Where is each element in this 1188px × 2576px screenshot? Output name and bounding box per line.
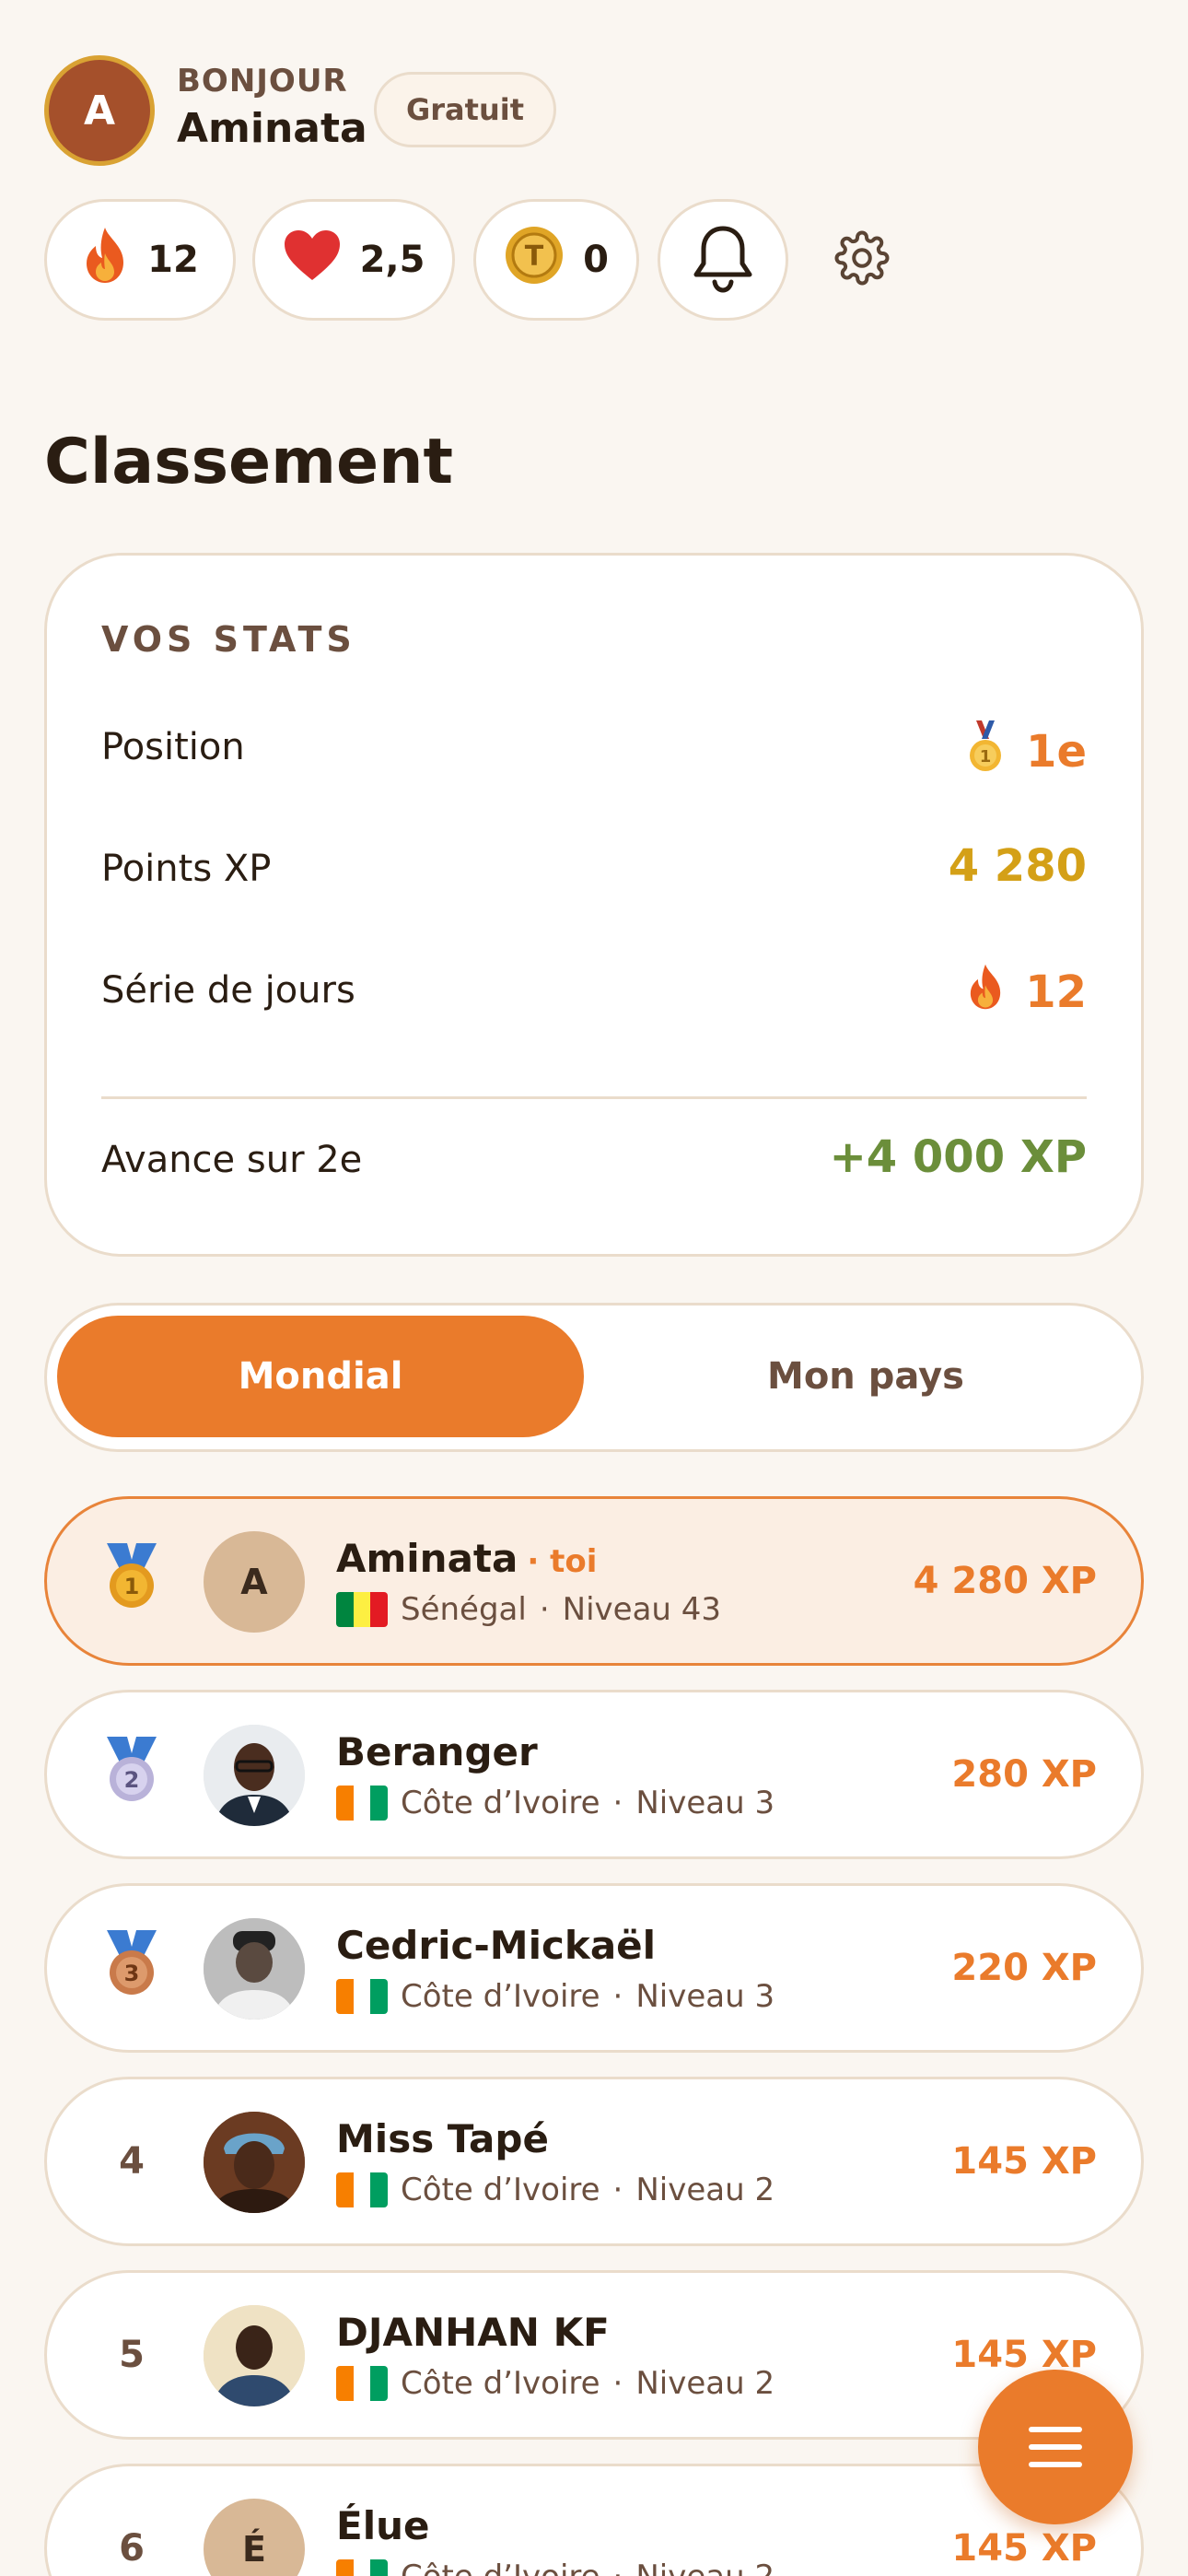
cote-divoire-flag-icon <box>336 1979 388 2014</box>
player-name: Beranger <box>336 1729 538 1774</box>
streak-count: 12 <box>147 239 199 281</box>
streak-value: 12 <box>1025 966 1087 1018</box>
player-name: Élue <box>336 2503 430 2548</box>
row-rank: 2 <box>124 1767 140 1793</box>
avatar <box>204 2112 305 2213</box>
coin-icon: T <box>504 225 565 295</box>
player-meta: Sénégal · Niveau 43 <box>336 1591 721 1628</box>
row-rank: 1 <box>124 1574 140 1599</box>
player-meta: Côte d’Ivoire · Niveau 3 <box>336 1785 775 1821</box>
player-xp: 145 XP <box>951 2140 1097 2183</box>
player-name: Aminata · toi <box>336 1536 598 1581</box>
row-rank: 4 <box>119 2140 145 2183</box>
position-label: Position <box>101 726 245 768</box>
cote-divoire-flag-icon <box>336 1786 388 1821</box>
player-xp: 145 XP <box>951 2527 1097 2570</box>
player-meta: Côte d’Ivoire·Niveau 2 <box>336 2558 775 2576</box>
player-xp: 145 XP <box>951 2334 1097 2376</box>
leaderboard-row[interactable]: 4 Miss Tapé Côte d’Ivoire · Niveau 2 145 X… <box>44 2077 1144 2246</box>
position-value: 1e <box>1026 726 1087 778</box>
leaderboard-row-me[interactable]: 1 A Aminata · toi Sénégal · Niveau 43 4 280… <box>44 1496 1144 1666</box>
user-name: Aminata <box>177 105 367 152</box>
player-meta: Côte d’Ivoire·Niveau 2 <box>336 2172 775 2208</box>
coin-symbol: T <box>525 240 544 273</box>
medal-rank: 1 <box>980 747 992 767</box>
avatar <box>204 1725 305 1826</box>
player-name: Miss Tapé <box>336 2116 549 2161</box>
cote-divoire-flag-icon <box>336 2366 388 2401</box>
leaderboard-row[interactable]: 5 DJANHAN KF Côte d’Ivoire · Niveau 2 145 … <box>44 2270 1144 2440</box>
flame-icon <box>966 962 1005 1023</box>
xp-value: 4 280 <box>948 840 1087 892</box>
me-tag: · toi <box>527 1543 598 1580</box>
stats-card-title: VOS STATS <box>101 619 356 660</box>
avatar: É <box>204 2499 305 2576</box>
leaderboard-row[interactable]: 6 É Élue Côte d’Ivoire·Niveau 2 145 XP <box>44 2464 1144 2576</box>
cote-divoire-flag-icon <box>336 2172 388 2207</box>
flame-icon <box>81 226 129 294</box>
leaderboard-row[interactable]: 2 Beranger Côte d’Ivoire · Niveau 3 280 XP <box>44 1690 1144 1859</box>
menu-icon-line <box>1029 2462 1082 2467</box>
heart-icon <box>283 228 342 291</box>
settings-button[interactable] <box>829 227 895 293</box>
player-xp: 220 XP <box>951 1947 1097 1989</box>
lives-pill[interactable]: 2,5 <box>252 199 455 321</box>
streak-pill[interactable]: 12 <box>44 199 236 321</box>
player-xp: 4 280 XP <box>913 1560 1097 1602</box>
bronze-medal-icon: 3 <box>93 1928 170 2008</box>
senegal-flag-icon <box>336 1592 388 1627</box>
player-xp: 280 XP <box>951 1753 1097 1796</box>
lives-count: 2,5 <box>359 239 425 281</box>
plan-badge[interactable]: Gratuit <box>374 72 556 147</box>
xp-label: Points XP <box>101 848 272 890</box>
user-avatar[interactable]: A <box>44 55 155 166</box>
cote-divoire-flag-icon <box>336 2559 388 2576</box>
streak-value-group: 12 <box>966 962 1087 1023</box>
notifications-button[interactable] <box>658 199 788 321</box>
tab-world[interactable]: Mondial <box>57 1316 584 1437</box>
lead-value: +4 000 XP <box>829 1131 1087 1183</box>
row-rank: 3 <box>124 1961 140 1986</box>
menu-button[interactable] <box>978 2370 1133 2524</box>
menu-icon-line <box>1029 2427 1082 2432</box>
menu-icon-line <box>1029 2444 1082 2450</box>
coins-pill[interactable]: T 0 <box>473 199 639 321</box>
streak-label: Série de jours <box>101 969 355 1012</box>
row-rank: 6 <box>119 2527 145 2570</box>
avatar <box>204 2305 305 2406</box>
leaderboard-row[interactable]: 3 Cedric-Mickaël Côte d’Ivoire · Niveau 3 … <box>44 1883 1144 2053</box>
gold-medal-icon: 1 <box>93 1541 170 1621</box>
bell-icon <box>691 223 755 297</box>
coins-count: 0 <box>583 239 609 281</box>
tab-country[interactable]: Mon pays <box>608 1316 1124 1437</box>
page-title: Classement <box>44 426 454 498</box>
avatar: A <box>204 1531 305 1633</box>
player-name: Cedric-Mickaël <box>336 1923 657 1968</box>
greeting-label: BONJOUR <box>177 63 348 100</box>
gear-icon <box>834 230 890 289</box>
player-name: DJANHAN KF <box>336 2310 610 2355</box>
player-meta: Côte d’Ivoire·Niveau 2 <box>336 2365 775 2402</box>
stats-divider <box>101 1096 1087 1099</box>
silver-medal-icon: 2 <box>93 1735 170 1814</box>
avatar <box>204 1918 305 2020</box>
lead-label: Avance sur 2e <box>101 1139 363 1181</box>
player-meta: Côte d’Ivoire · Niveau 3 <box>336 1978 775 2015</box>
row-rank: 5 <box>119 2334 145 2376</box>
medal-icon: 1 <box>965 719 1006 785</box>
position-value-group: 1 1e <box>965 719 1087 785</box>
